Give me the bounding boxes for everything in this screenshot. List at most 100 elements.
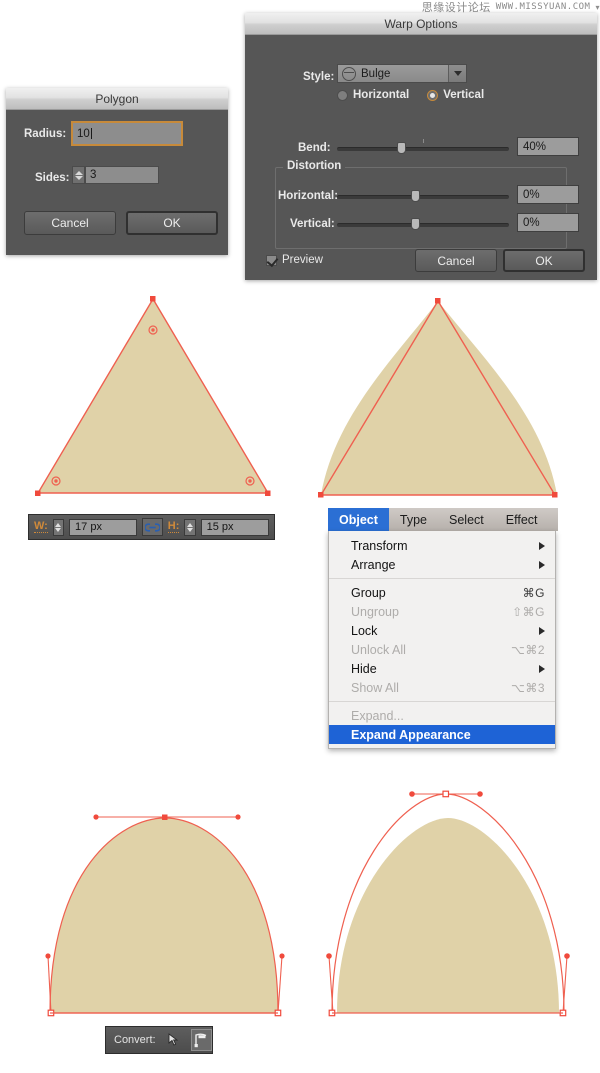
bend-value: 40% [523, 140, 547, 153]
height-stepper[interactable] [184, 518, 196, 536]
menu-item-label: Unlock All [351, 642, 406, 657]
polygon-cancel-button[interactable]: Cancel [24, 211, 116, 235]
sides-label: Sides: [35, 172, 70, 184]
menu-top-label: Effect [505, 512, 538, 527]
menu-item-lock[interactable]: Lock [329, 621, 555, 640]
height-label: H: [167, 520, 180, 533]
radio-horizontal-label: Horizontal [353, 89, 410, 101]
warp-dialog-titlebar[interactable]: Warp Options [245, 13, 597, 35]
watermark-caret-icon: ▾ [595, 2, 600, 12]
polygon-ok-button[interactable]: OK [126, 211, 218, 235]
distortion-vertical-slider-knob[interactable] [411, 218, 420, 230]
radius-input[interactable]: 10 [71, 121, 183, 146]
menu-item-label: Expand... [351, 708, 404, 723]
width-value: 17 px [75, 521, 102, 533]
artwork-bulge-warped-triangle [318, 298, 558, 498]
stepper-down-icon[interactable] [55, 527, 62, 532]
menu-item-ungroup: Ungroup ⇧⌘G [329, 602, 555, 621]
distortion-vertical-label: Vertical: [290, 218, 335, 230]
submenu-arrow-icon [539, 541, 545, 550]
stepper-down-icon[interactable] [74, 175, 83, 180]
distortion-vertical-slider-track[interactable] [337, 223, 509, 227]
distortion-vertical-value: 0% [523, 216, 540, 229]
submenu-arrow-icon [539, 560, 545, 569]
polygon-ok-label: OK [163, 216, 181, 230]
distortion-horizontal-slider-knob[interactable] [411, 190, 420, 202]
warp-options-dialog: Warp Options Style: Bulge Horizontal Ver… [245, 13, 597, 280]
menu-item-transform[interactable]: Transform [329, 536, 555, 555]
distortion-horizontal-slider-track[interactable] [337, 195, 509, 199]
bend-slider-knob[interactable] [397, 142, 406, 154]
menu-top-effect[interactable]: Effect [495, 508, 549, 531]
polygon-dialog-body: Radius: 10 Sides: 3 Cancel OK [6, 110, 228, 255]
polygon-dialog-title: Polygon [95, 91, 139, 106]
sides-stepper[interactable] [72, 166, 85, 184]
preview-checkbox[interactable] [266, 254, 277, 266]
sides-input[interactable]: 3 [85, 166, 159, 184]
convert-to-corner-icon[interactable] [190, 1029, 212, 1051]
menu-item-label: Transform [351, 538, 408, 553]
distortion-vertical-value-input[interactable]: 0% [517, 213, 579, 232]
menu-item-show-all: Show All ⌥⌘3 [329, 678, 555, 697]
chevron-down-icon[interactable] [448, 65, 466, 82]
menu-item-shortcut: ⇧⌘G [512, 604, 545, 619]
warp-cancel-button[interactable]: Cancel [415, 249, 497, 272]
smooth-anchor-glyph [168, 1033, 179, 1046]
menu-item-label: Lock [351, 623, 378, 638]
bend-label: Bend: [298, 142, 331, 154]
distortion-legend: Distortion [283, 160, 346, 172]
width-stepper[interactable] [52, 518, 65, 536]
menu-item-expand: Expand... [329, 706, 555, 725]
distortion-horizontal-value-input[interactable]: 0% [517, 185, 579, 204]
menu-bar: Object Type Select Effect [328, 508, 558, 531]
menu-item-hide[interactable]: Hide [329, 659, 555, 678]
menu-separator [329, 701, 555, 702]
height-input[interactable]: 15 px [200, 518, 269, 536]
preview-checkbox-row[interactable]: Preview [266, 254, 323, 266]
stepper-up-icon[interactable] [55, 522, 62, 527]
menu-item-group[interactable]: Group ⌘G [329, 583, 555, 602]
menu-item-expand-appearance[interactable]: Expand Appearance [329, 725, 555, 744]
menu-item-shortcut: ⌥⌘3 [510, 680, 545, 695]
menu-item-shortcut: ⌥⌘2 [510, 642, 545, 657]
height-value: 15 px [206, 521, 234, 533]
link-aspect-ratio-icon[interactable] [142, 518, 163, 536]
polygon-dialog: Polygon Radius: 10 Sides: 3 Cancel OK [6, 88, 228, 255]
bend-slider-track[interactable] [337, 147, 509, 151]
polygon-dialog-titlebar[interactable]: Polygon [6, 88, 228, 110]
style-select[interactable]: Bulge [337, 64, 467, 83]
stepper-up-icon[interactable] [74, 170, 83, 175]
menu-top-label: Object [339, 512, 378, 527]
menu-top-label: Select [449, 512, 484, 527]
menu-item-label: Expand Appearance [351, 727, 471, 742]
width-input[interactable]: 17 px [69, 518, 138, 536]
menu-top-object[interactable]: Object [328, 508, 389, 531]
preview-label: Preview [282, 254, 323, 266]
bulge-icon [342, 66, 356, 81]
bend-value-input[interactable]: 40% [517, 137, 579, 156]
menu-item-unlock-all: Unlock All ⌥⌘2 [329, 640, 555, 659]
menu-item-label: Group [351, 585, 386, 600]
menu-top-type[interactable]: Type [389, 508, 438, 531]
menu-top-label: Type [399, 512, 428, 527]
artwork-dome-shape-smooth-apex [45, 814, 285, 1017]
warp-ok-label: OK [535, 253, 553, 268]
distortion-group-box [275, 167, 567, 249]
stepper-up-icon[interactable] [186, 522, 193, 527]
convert-to-smooth-icon[interactable] [163, 1029, 184, 1051]
menu-item-label: Hide [351, 661, 377, 676]
stepper-down-icon[interactable] [186, 527, 193, 532]
menu-item-arrange[interactable]: Arrange [329, 555, 555, 574]
radio-vertical[interactable] [427, 89, 439, 101]
bend-slider-tick [423, 139, 424, 143]
menu-top-select[interactable]: Select [438, 508, 495, 531]
style-select-value: Bulge [361, 67, 391, 80]
width-label: W: [34, 520, 48, 533]
warp-ok-button[interactable]: OK [503, 249, 585, 272]
distortion-horizontal-value: 0% [523, 188, 540, 201]
radio-horizontal[interactable] [337, 89, 348, 101]
distortion-horizontal-label: Horizontal: [278, 190, 339, 202]
artwork-triangle-with-corner-widgets [35, 296, 271, 496]
convert-anchor-toolbar: Convert: [105, 1026, 213, 1054]
menu-separator [329, 578, 555, 579]
